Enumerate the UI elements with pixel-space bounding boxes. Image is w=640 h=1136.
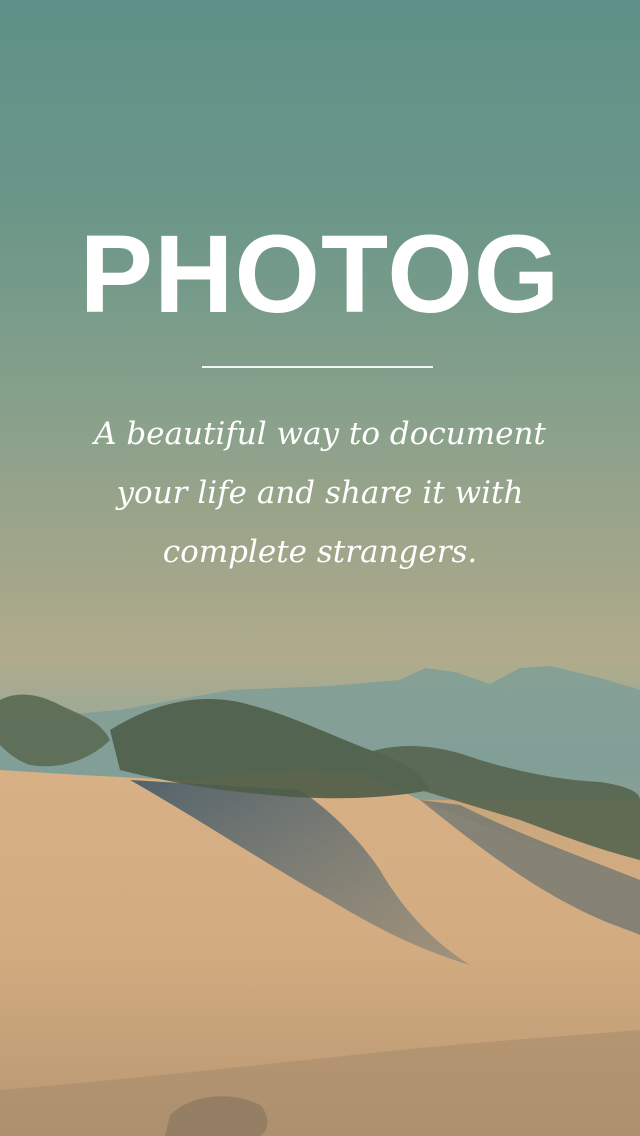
- splash-screen: PHOTOG A beautiful way to document your …: [0, 0, 640, 1136]
- app-tagline: A beautiful way to document your life an…: [94, 416, 546, 570]
- title-divider: [202, 366, 433, 368]
- app-title: PHOTOG: [79, 213, 561, 336]
